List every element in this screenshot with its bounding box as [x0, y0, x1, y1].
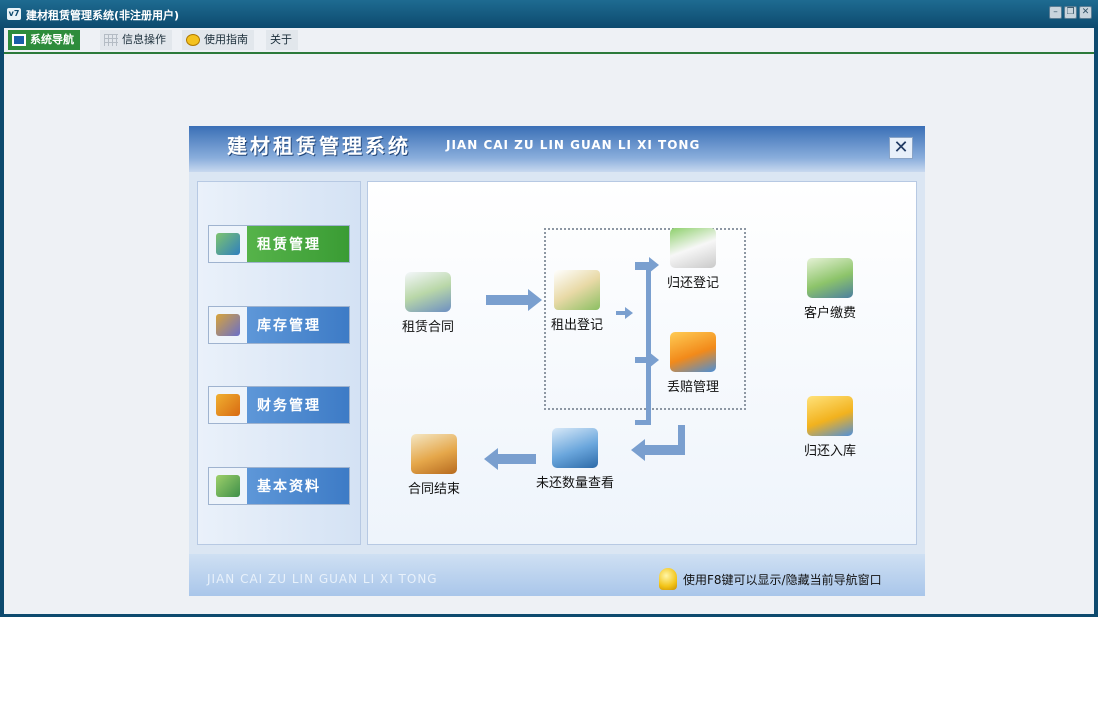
window-controls: – ❐ ✕: [1049, 6, 1092, 19]
tab-user-guide[interactable]: 使用指南: [182, 30, 254, 50]
flow-return-register[interactable]: 归还登记: [667, 228, 719, 291]
panel-banner: 建材租赁管理系统 JIAN CAI ZU LIN GUAN LI XI TONG…: [189, 126, 925, 172]
flow-unreturned-query[interactable]: 未还数量查看: [536, 428, 614, 491]
flow-label: 归还入库: [804, 444, 857, 459]
tab-label: 关于: [270, 33, 292, 46]
panel-close-button[interactable]: ✕: [889, 137, 913, 159]
flow-label: 客户缴费: [804, 306, 857, 321]
monitor-icon: [12, 34, 26, 46]
loss-management-icon: [670, 332, 716, 372]
close-icon[interactable]: ✕: [1079, 6, 1092, 19]
tab-info-operation[interactable]: 信息操作: [100, 30, 172, 50]
panel-title: 建材租赁管理系统: [227, 134, 411, 158]
f8-hint: 使用F8键可以显示/隐藏当前导航窗口: [659, 568, 882, 590]
module-sidebar: 租赁管理 库存管理 财务管理 基本资料: [197, 181, 361, 545]
payment-icon: [807, 258, 853, 298]
panel-title-pinyin: JIAN CAI ZU LIN GUAN LI XI TONG: [446, 138, 701, 152]
flow-label: 合同结束: [408, 482, 461, 497]
document-stack-icon: [411, 434, 457, 474]
restore-icon[interactable]: ❐: [1064, 6, 1077, 19]
register-book-icon: [554, 270, 600, 310]
flow-customer-payment[interactable]: 客户缴费: [804, 258, 856, 321]
flow-label: 租赁合同: [402, 320, 455, 335]
tab-label: 系统导航: [30, 33, 74, 46]
tab-about[interactable]: 关于: [266, 30, 298, 50]
module-finance-management-button[interactable]: 财务管理: [208, 386, 350, 424]
panel-footer: JIAN CAI ZU LIN GUAN LI XI TONG 使用F8键可以显…: [189, 554, 925, 596]
module-inventory-management-button[interactable]: 库存管理: [208, 306, 350, 344]
window-title: 建材租赁管理系统(非注册用户): [26, 9, 180, 22]
module-lease-management-button[interactable]: 租赁管理: [208, 225, 350, 263]
flow-contract-close[interactable]: 合同结束: [408, 434, 460, 497]
footer-pinyin: JIAN CAI ZU LIN GUAN LI XI TONG: [207, 572, 438, 586]
module-label: 财务管理: [257, 398, 321, 414]
tab-strip: 系统导航 信息操作 使用指南 关于: [4, 28, 1094, 54]
inventory-management-icon: [216, 314, 240, 336]
module-label: 基本资料: [257, 479, 321, 495]
flow-rent-out-register[interactable]: 租出登记: [551, 270, 603, 333]
app-logo-icon: v7: [7, 8, 21, 20]
finance-management-icon: [216, 394, 240, 416]
basic-data-icon: [216, 475, 240, 497]
flow-lease-contract[interactable]: 租赁合同: [402, 272, 454, 335]
flow-label: 归还登记: [667, 276, 720, 291]
hint-text: 使用F8键可以显示/隐藏当前导航窗口: [683, 572, 882, 587]
lightbulb-icon: [659, 568, 677, 590]
flow-label: 丢赔管理: [667, 380, 720, 395]
flow-loss-management[interactable]: 丢赔管理: [667, 332, 719, 395]
module-basic-data-button[interactable]: 基本资料: [208, 467, 350, 505]
minimize-icon[interactable]: –: [1049, 6, 1062, 19]
flow-label: 未还数量查看: [536, 476, 615, 491]
lease-management-icon: [216, 233, 240, 255]
smiley-icon: [186, 34, 200, 46]
flow-return-stock[interactable]: 归还入库: [804, 396, 856, 459]
tab-system-navigation[interactable]: 系统导航: [8, 30, 80, 50]
contract-icon: [405, 272, 451, 312]
navigation-panel: 建材租赁管理系统 JIAN CAI ZU LIN GUAN LI XI TONG…: [189, 126, 925, 596]
tab-label: 信息操作: [122, 33, 166, 46]
title-bar[interactable]: v7 建材租赁管理系统(非注册用户) – ❐ ✕: [0, 0, 1098, 28]
workflow-canvas: 租赁合同 租出登记 归还登记 丢赔管理 客户缴费 归还入库 未还数量查看 合同结…: [367, 181, 917, 545]
module-label: 库存管理: [257, 318, 321, 334]
flow-label: 租出登记: [551, 318, 604, 333]
tab-label: 使用指南: [204, 33, 248, 46]
module-label: 租赁管理: [257, 237, 321, 253]
grid-icon: [104, 34, 118, 46]
magnifier-book-icon: [552, 428, 598, 468]
return-register-icon: [670, 228, 716, 268]
return-stock-icon: [807, 396, 853, 436]
